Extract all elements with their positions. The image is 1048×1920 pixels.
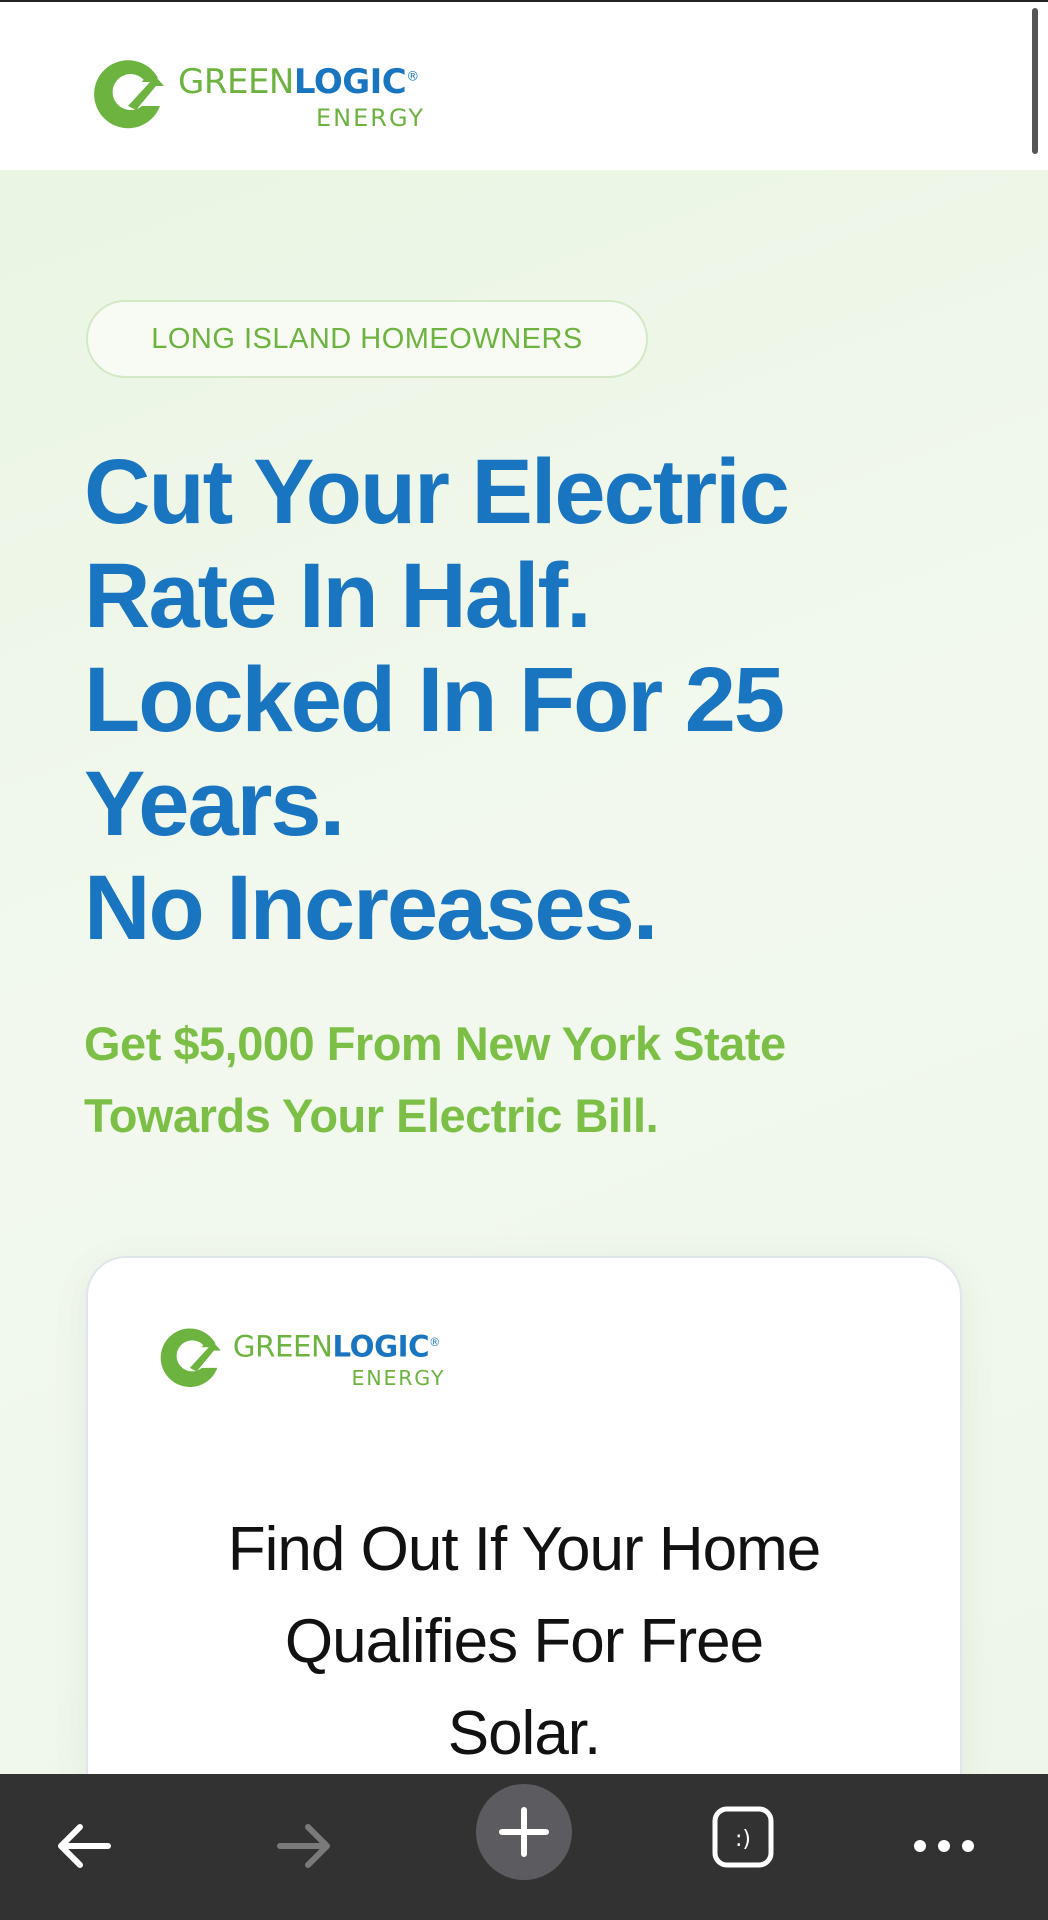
tab-switcher-button[interactable]: :) (704, 1798, 782, 1876)
headline-line: Locked In For 25 (84, 649, 785, 751)
logo-name-green: GREEN (232, 1330, 333, 1365)
logo-name-green: GREEN (178, 62, 294, 102)
registered-mark: ® (429, 1336, 440, 1350)
browser-toolbar: :) (0, 1774, 1048, 1920)
headline-line: Rate In Half. (84, 545, 592, 647)
logo-wordmark: GREENLOGIC® ENERGY (178, 52, 448, 132)
logo-name: GREENLOGIC® (178, 62, 419, 102)
registered-mark: ® (406, 69, 419, 85)
scrollbar[interactable] (1032, 8, 1038, 154)
site-header: GREENLOGIC® ENERGY (0, 0, 1048, 170)
tab-switcher-icon: :) (712, 1806, 774, 1868)
card-title: Find Out If Your Home Qualifies For Free… (0, 1504, 1048, 1780)
more-options-button[interactable] (904, 1806, 984, 1886)
logo-wordmark: GREENLOGIC® ENERGY (233, 1321, 465, 1390)
logo-name-blue: LOGIC (332, 1330, 430, 1365)
tab-switcher-label: :) (735, 1827, 751, 1852)
logo-subtitle: ENERGY (351, 1366, 446, 1391)
forward-button[interactable] (264, 1806, 344, 1886)
subhead-line: Towards Your Electric Bill. (84, 1089, 659, 1142)
new-tab-button[interactable] (476, 1784, 572, 1880)
audience-badge: LONG ISLAND HOMEOWNERS (86, 300, 648, 378)
forward-arrow-icon (277, 1824, 330, 1868)
back-arrow-icon (58, 1824, 111, 1868)
back-button[interactable] (44, 1806, 124, 1886)
logo-subtitle: ENERGY (316, 104, 426, 132)
headline-line: Years. (84, 753, 345, 855)
greenlogic-logo[interactable]: GREENLOGIC® ENERGY (84, 48, 448, 136)
greenlogic-logo-mark-icon (160, 1328, 221, 1387)
logo-name-blue: LOGIC (293, 62, 407, 102)
card-greenlogic-logo: GREENLOGIC® ENERGY (152, 1318, 465, 1394)
greenlogic-logo-mark-icon (94, 60, 164, 129)
headline-line: Cut Your Electric (84, 441, 790, 543)
card-title-line: Find Out If Your Home (227, 1515, 821, 1584)
hero-headline: Cut Your Electric Rate In Half. Locked I… (84, 440, 1004, 960)
headline-line: No Increases. (84, 857, 658, 959)
logo-name: GREENLOGIC® (233, 1330, 440, 1364)
hero-subheadline: Get $5,000 From New York State Towards Y… (84, 1008, 984, 1152)
page: GREENLOGIC® ENERGY LONG ISLAND HOMEOWNER… (0, 0, 1048, 1920)
card-title-line: Solar. (447, 1699, 602, 1768)
plus-icon (499, 1807, 549, 1857)
more-dots-icon (914, 1840, 974, 1852)
subhead-line: Get $5,000 From New York State (84, 1017, 786, 1070)
card-title-line: Qualifies For Free (284, 1607, 764, 1676)
